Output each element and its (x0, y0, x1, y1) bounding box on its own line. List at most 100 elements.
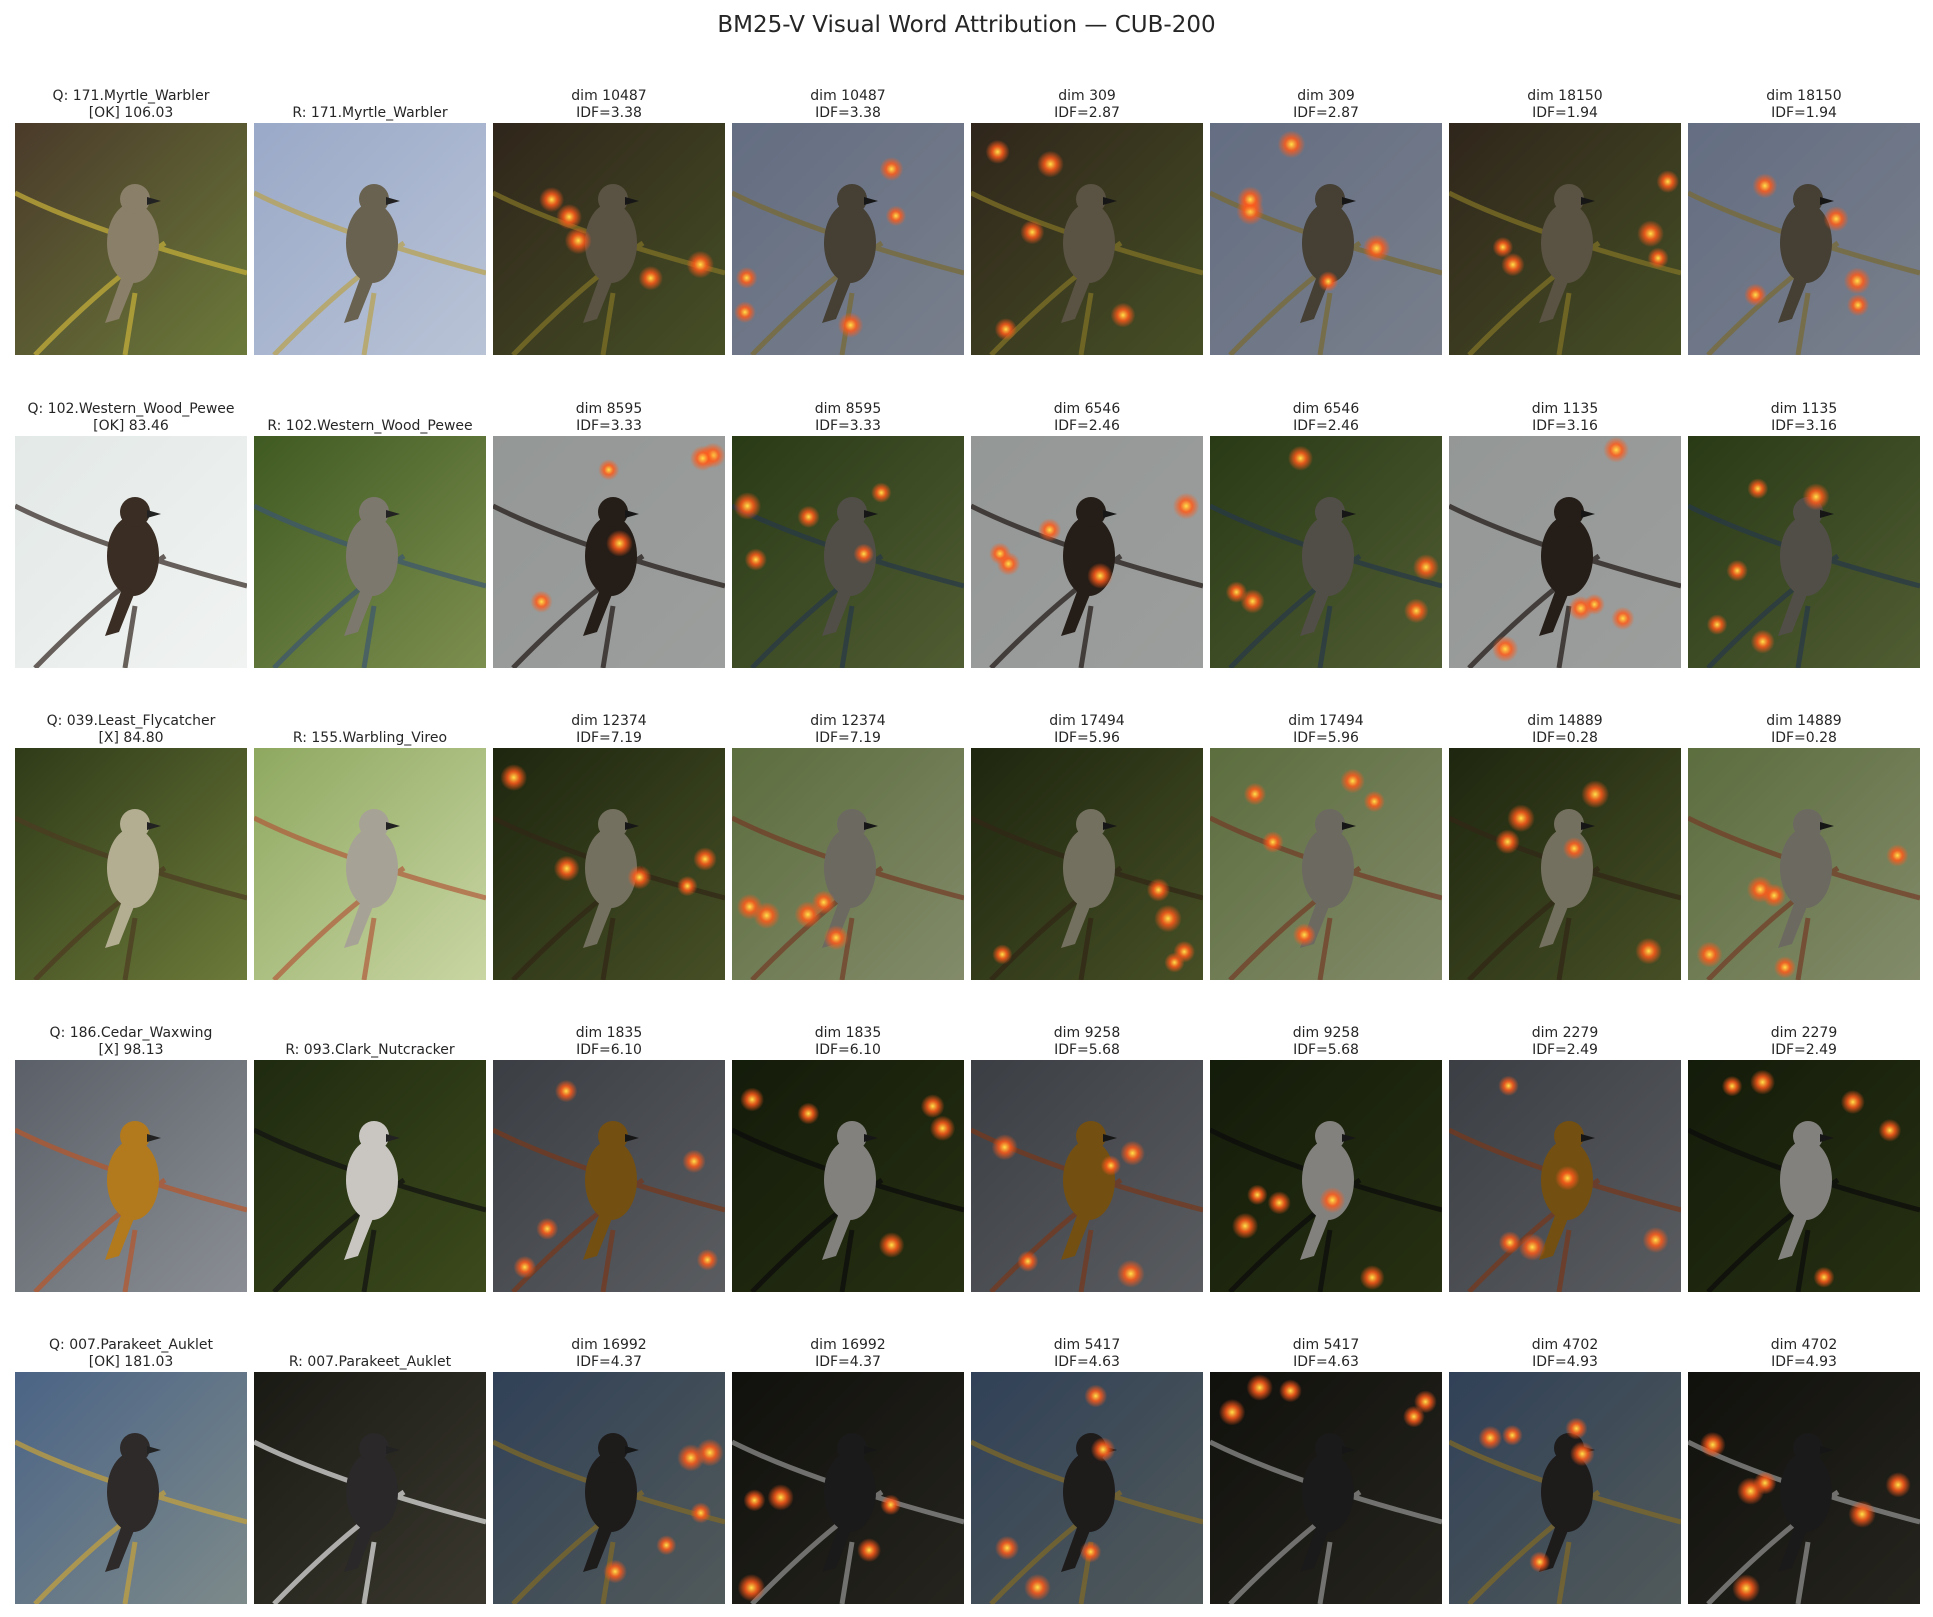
retrieved-image (254, 1060, 486, 1292)
heatmap-image (1449, 1060, 1681, 1292)
attribution-hotspot (853, 543, 875, 565)
attribution-hotspot (1412, 554, 1440, 581)
attribution-hotspot (880, 1494, 901, 1516)
query-image (15, 436, 247, 668)
attribution-hotspot (1696, 941, 1723, 968)
attribution-hotspot (1087, 562, 1114, 589)
idf-label: IDF=0.28 (1532, 730, 1598, 746)
attribution-hotspot (1017, 1250, 1039, 1272)
attribution-dim-overlay (1449, 1372, 1681, 1604)
idf-label: IDF=5.96 (1293, 730, 1359, 746)
heatmap-image (732, 748, 964, 980)
idf-label: IDF=4.37 (815, 1354, 881, 1370)
attribution-hotspot (1752, 173, 1778, 199)
attribution-hotspot (1699, 1431, 1726, 1458)
attribution-hotspot (743, 1489, 766, 1512)
dim-label: dim 1135 (1531, 401, 1599, 417)
attribution-dim-overlay (732, 1372, 964, 1604)
attribution-hotspot (656, 1535, 677, 1556)
attribution-hotspot (1721, 1075, 1743, 1097)
idf-label: IDF=2.49 (1532, 1042, 1598, 1058)
dim-label: dim 1135 (1770, 401, 1838, 417)
attribution-hotspot (1278, 1379, 1302, 1403)
idf-label: IDF=3.38 (576, 105, 642, 121)
heatmap-image (732, 1372, 964, 1604)
attribution-dim-overlay (1210, 123, 1442, 355)
attribution-hotspot (735, 266, 758, 289)
attribution-hotspot (1886, 844, 1909, 867)
query-score: [X] 98.13 (98, 1042, 164, 1058)
retrieved-image (254, 436, 486, 668)
dim-label: dim 12374 (810, 713, 886, 729)
attribution-hotspot (606, 530, 633, 557)
attribution-hotspot (689, 445, 716, 472)
attribution-hotspot (857, 1538, 882, 1563)
attribution-dim-overlay (1210, 748, 1442, 980)
dim-label: dim 18150 (1766, 88, 1842, 104)
dim-label: dim 8595 (575, 401, 643, 417)
attribution-hotspot (1491, 635, 1519, 663)
attribution-hotspot (1020, 220, 1045, 245)
attribution-hotspot (1846, 293, 1870, 317)
dim-label: dim 309 (1297, 88, 1355, 104)
idf-label: IDF=7.19 (576, 730, 642, 746)
dim-label: dim 4702 (1531, 1337, 1599, 1353)
attribution-hotspot (1878, 1118, 1902, 1142)
attribution-hotspot (1569, 1441, 1595, 1467)
heatmap-image (732, 1060, 964, 1292)
attribution-hotspot (1319, 1187, 1346, 1214)
heatmap-image (493, 123, 725, 355)
attribution-hotspot (1084, 1384, 1108, 1408)
attribution-hotspot (1225, 581, 1248, 603)
attribution-hotspot (1773, 956, 1797, 979)
retrieved-image (254, 123, 486, 355)
heatmap-image (732, 123, 964, 355)
query-label: Q: 186.Cedar_Waxwing (49, 1025, 213, 1041)
attribution-hotspot (991, 1134, 1018, 1161)
attribution-hotspot (744, 548, 767, 571)
query-score: [X] 84.80 (98, 730, 164, 746)
heatmap-image (493, 436, 725, 668)
attribution-hotspot (1885, 1472, 1911, 1498)
heatmap-image (1449, 436, 1681, 668)
attribution-hotspot (1581, 780, 1610, 809)
attribution-hotspot (638, 265, 663, 291)
attribution-hotspot (693, 847, 717, 871)
attribution-hotspot (871, 482, 892, 503)
idf-label: IDF=4.93 (1771, 1354, 1837, 1370)
dim-label: dim 16992 (571, 1337, 647, 1353)
idf-label: IDF=6.10 (815, 1042, 881, 1058)
attribution-hotspot (1261, 831, 1284, 853)
attribution-hotspot (598, 459, 620, 481)
attribution-hotspot (1732, 1574, 1761, 1603)
dim-label: dim 9258 (1292, 1025, 1360, 1041)
attribution-hotspot (1637, 220, 1664, 247)
heatmap-image (1210, 436, 1442, 668)
attribution-hotspot (1498, 1075, 1519, 1096)
heatmap-image (971, 1372, 1203, 1604)
heatmap-image (971, 1060, 1203, 1292)
attribution-hotspot (1146, 878, 1171, 902)
attribution-hotspot (603, 1559, 627, 1584)
attribution-dim-overlay (1210, 436, 1442, 668)
attribution-hotspot (1848, 1500, 1876, 1528)
heatmap-image (493, 1372, 725, 1604)
retrieved-image (254, 748, 486, 980)
attribution-hotspot (1243, 782, 1267, 806)
attribution-hotspot (1843, 267, 1871, 295)
attribution-hotspot (1501, 252, 1525, 277)
idf-label: IDF=4.63 (1054, 1354, 1120, 1370)
attribution-hotspot (1647, 247, 1669, 269)
attribution-hotspot (736, 893, 763, 920)
dim-label: dim 14889 (1766, 713, 1842, 729)
attribution-dim-overlay (971, 1372, 1203, 1604)
dim-label: dim 6546 (1053, 401, 1121, 417)
attribution-hotspot (1037, 150, 1064, 178)
idf-label: IDF=7.19 (815, 730, 881, 746)
attribution-hotspot (1100, 1155, 1122, 1176)
attribution-hotspot (1529, 1551, 1551, 1573)
attribution-hotspot (1840, 1090, 1865, 1115)
attribution-hotspot (1706, 614, 1728, 635)
idf-label: IDF=4.93 (1532, 1354, 1598, 1370)
attribution-hotspot (1498, 1231, 1522, 1254)
